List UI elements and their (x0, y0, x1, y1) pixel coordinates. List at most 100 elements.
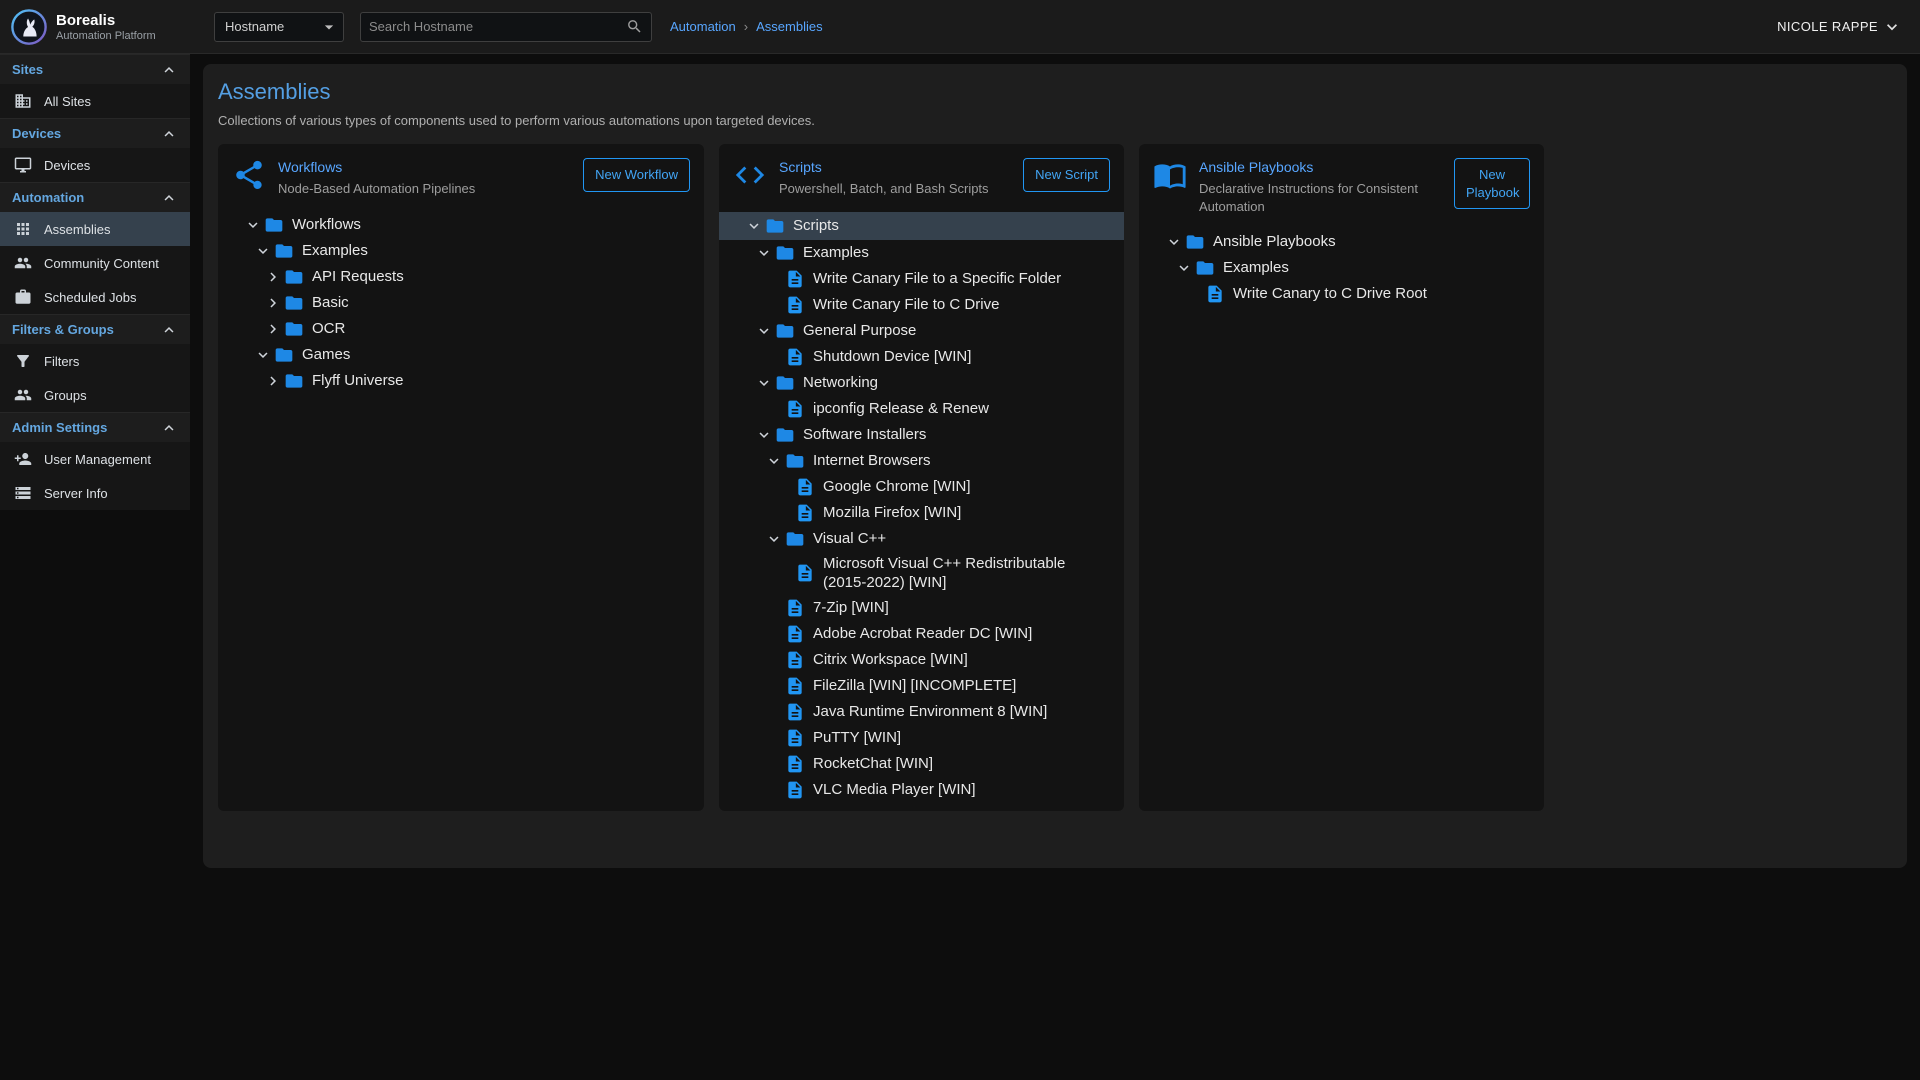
tree-item-basic[interactable]: Basic (218, 290, 704, 316)
chevron-down-icon-wrap[interactable] (745, 217, 763, 235)
chevron-down-icon-wrap[interactable] (755, 244, 773, 262)
sidebar-item-groups[interactable]: Groups (0, 378, 190, 412)
sidebar-section: Sites All Sites (0, 54, 190, 118)
tree-item-networking[interactable]: Networking (719, 370, 1124, 396)
breadcrumb-separator: › (744, 19, 748, 34)
tree-item-citrix-workspace-win[interactable]: Citrix Workspace [WIN] (719, 647, 1124, 673)
tree-item-scripts[interactable]: Scripts (719, 212, 1124, 240)
sidebar-section-items: All Sites (0, 84, 190, 118)
tree-item-examples[interactable]: Examples (218, 238, 704, 264)
chevron-down-icon-wrap[interactable] (244, 216, 262, 234)
folder-icon-wrap (775, 373, 797, 393)
tree-item-visual-c[interactable]: Visual C++ (719, 526, 1124, 552)
tree-item-microsoft-visual-c-redistributable-2015-2022-win[interactable]: Microsoft Visual C++ Redistributable (20… (719, 552, 1124, 595)
tree-item-google-chrome-win[interactable]: Google Chrome [WIN] (719, 474, 1124, 500)
tree-item-workflows[interactable]: Workflows (218, 212, 704, 238)
brand[interactable]: Borealis Automation Platform (0, 8, 190, 46)
new-playbook-button[interactable]: New Playbook (1454, 158, 1530, 209)
sidebar-item-scheduled-jobs[interactable]: Scheduled Jobs (0, 280, 190, 314)
chevron-down-icon (755, 426, 773, 444)
tree-item-shutdown-device-win[interactable]: Shutdown Device [WIN] (719, 344, 1124, 370)
chevron-down-icon-wrap[interactable] (765, 530, 783, 548)
folder-icon-wrap (284, 267, 306, 287)
breadcrumb-assemblies[interactable]: Assemblies (756, 19, 822, 34)
card-header: Ansible Playbooks Declarative Instructio… (1139, 158, 1544, 215)
file-icon (785, 624, 805, 644)
hostname-select[interactable]: Hostname (214, 12, 344, 42)
tree-item-write-canary-to-c-drive-root[interactable]: Write Canary to C Drive Root (1139, 281, 1544, 307)
tree-item-ipconfig-release-renew[interactable]: ipconfig Release & Renew (719, 396, 1124, 422)
chevron-right-icon-wrap[interactable] (264, 294, 282, 312)
sidebar-item-user-management[interactable]: User Management (0, 442, 190, 476)
new-workflow-button[interactable]: New Workflow (583, 158, 690, 192)
tree-item-vlc-media-player-win[interactable]: VLC Media Player [WIN] (719, 777, 1124, 803)
sidebar-section-header-filters-groups[interactable]: Filters & Groups (0, 314, 190, 344)
file-icon-wrap (785, 728, 807, 748)
file-icon (795, 477, 815, 497)
sidebar-section-header-admin-settings[interactable]: Admin Settings (0, 412, 190, 442)
chevron-up-icon (160, 321, 178, 339)
tree-item-examples[interactable]: Examples (1139, 255, 1544, 281)
sidebar-section-header-sites[interactable]: Sites (0, 54, 190, 84)
sidebar-item-devices[interactable]: Devices (0, 148, 190, 182)
tree-item-mozilla-firefox-win[interactable]: Mozilla Firefox [WIN] (719, 500, 1124, 526)
user-management-icon (14, 450, 32, 468)
folder-icon (284, 371, 304, 391)
assembly-cards: Workflows Node-Based Automation Pipeline… (218, 144, 1892, 811)
chevron-down-icon (745, 217, 763, 235)
file-icon (785, 598, 805, 618)
chevron-right-icon-wrap[interactable] (264, 372, 282, 390)
chevron-down-icon-wrap[interactable] (765, 452, 783, 470)
tree-item-write-canary-file-to-c-drive[interactable]: Write Canary File to C Drive (719, 292, 1124, 318)
tree-item-ocr[interactable]: OCR (218, 316, 704, 342)
tree-item-internet-browsers[interactable]: Internet Browsers (719, 448, 1124, 474)
tree-item-flyff-universe[interactable]: Flyff Universe (218, 368, 704, 394)
chevron-down-icon-wrap[interactable] (1175, 259, 1193, 277)
tree-item-write-canary-file-to-a-specific-folder[interactable]: Write Canary File to a Specific Folder (719, 266, 1124, 292)
chevron-down-icon-wrap[interactable] (755, 374, 773, 392)
chevron-down-icon-wrap[interactable] (254, 346, 272, 364)
tree-item-examples[interactable]: Examples (719, 240, 1124, 266)
folder-icon (284, 319, 304, 339)
chevron-down-icon-wrap[interactable] (254, 242, 272, 260)
chevron-down-icon-wrap[interactable] (1165, 233, 1183, 251)
file-icon (785, 754, 805, 774)
tree-item-java-runtime-environment-8-win[interactable]: Java Runtime Environment 8 [WIN] (719, 699, 1124, 725)
new-script-button[interactable]: New Script (1023, 158, 1110, 192)
folder-icon-wrap (785, 451, 807, 471)
chevron-right-icon-wrap[interactable] (264, 320, 282, 338)
file-icon-wrap (785, 754, 807, 774)
sidebar-item-assemblies[interactable]: Assemblies (0, 212, 190, 246)
tree-item-games[interactable]: Games (218, 342, 704, 368)
breadcrumb-automation[interactable]: Automation (670, 19, 736, 34)
chevron-down-icon-wrap[interactable] (755, 426, 773, 444)
sidebar-item-community-content[interactable]: Community Content (0, 246, 190, 280)
tree-item-ansible-playbooks[interactable]: Ansible Playbooks (1139, 229, 1544, 255)
folder-icon (765, 216, 785, 236)
user-menu[interactable]: NICOLE RAPPE (1777, 17, 1902, 37)
file-icon (785, 295, 805, 315)
search-icon[interactable] (626, 18, 643, 35)
tree-item-putty-win[interactable]: PuTTY [WIN] (719, 725, 1124, 751)
chevron-down-icon (755, 244, 773, 262)
tree-item-general-purpose[interactable]: General Purpose (719, 318, 1124, 344)
tree-item-filezilla-win-incomplete[interactable]: FileZilla [WIN] [INCOMPLETE] (719, 673, 1124, 699)
chevron-right-icon-wrap[interactable] (264, 268, 282, 286)
chevron-down-icon-wrap[interactable] (755, 322, 773, 340)
tree-item-7-zip-win[interactable]: 7-Zip [WIN] (719, 595, 1124, 621)
folder-icon-wrap (775, 243, 797, 263)
tree-item-rocketchat-win[interactable]: RocketChat [WIN] (719, 751, 1124, 777)
sidebar-section-header-automation[interactable]: Automation (0, 182, 190, 212)
tree-item-api-requests[interactable]: API Requests (218, 264, 704, 290)
card-header: Scripts Powershell, Batch, and Bash Scri… (719, 158, 1124, 198)
sidebar-item-all-sites[interactable]: All Sites (0, 84, 190, 118)
tree-item-software-installers[interactable]: Software Installers (719, 422, 1124, 448)
tree-item-adobe-acrobat-reader-dc-win[interactable]: Adobe Acrobat Reader DC [WIN] (719, 621, 1124, 647)
file-icon-wrap (785, 650, 807, 670)
sidebar-section: Devices Devices (0, 118, 190, 182)
sidebar-item-server-info[interactable]: Server Info (0, 476, 190, 510)
sidebar-item-filters[interactable]: Filters (0, 344, 190, 378)
sidebar-section-header-devices[interactable]: Devices (0, 118, 190, 148)
folder-icon (775, 243, 795, 263)
search-input[interactable] (369, 19, 626, 34)
